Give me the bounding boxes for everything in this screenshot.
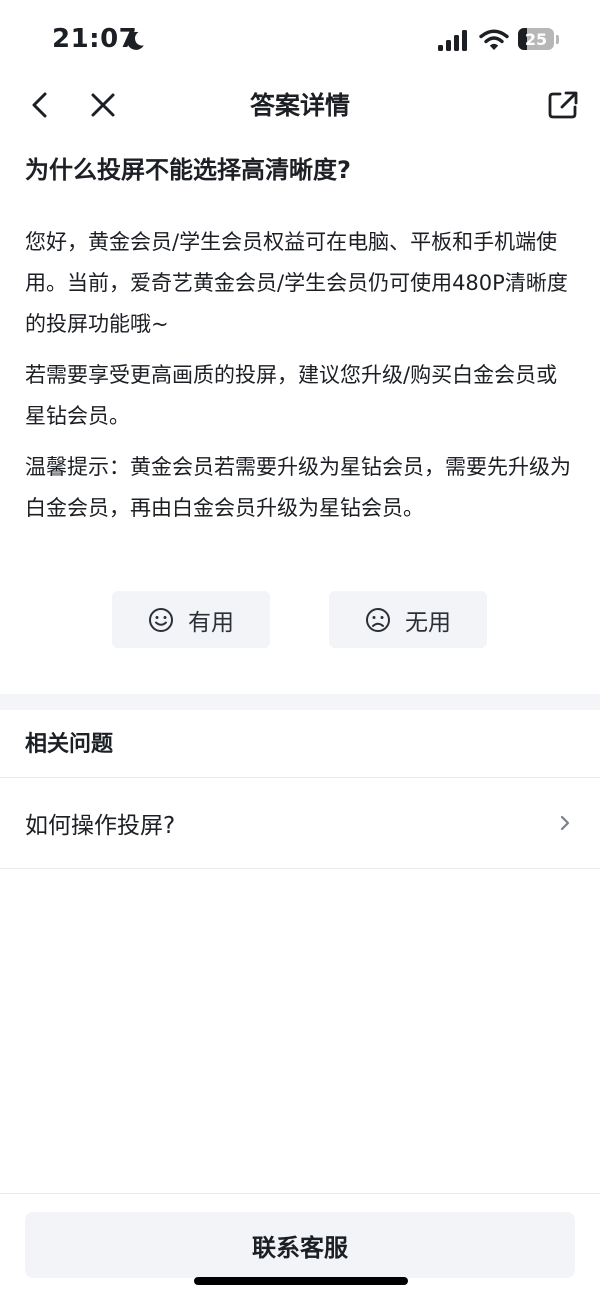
page-title: 答案详情 <box>249 91 350 120</box>
wifi-icon <box>479 29 509 50</box>
related-item-label: 如何操作投屏? <box>25 813 176 839</box>
home-indicator <box>194 1277 408 1285</box>
battery-icon: 25 <box>518 28 560 51</box>
divider <box>0 868 600 869</box>
battery-body: 25 <box>518 28 554 50</box>
battery-tip <box>556 35 559 44</box>
signal-icon <box>438 30 467 51</box>
smile-icon <box>149 607 173 632</box>
related-header: 相关问题 <box>25 732 114 757</box>
useful-label: 有用 <box>188 609 234 636</box>
section-divider <box>0 694 600 710</box>
related-item[interactable]: 如何操作投屏? <box>0 778 600 868</box>
useful-button[interactable]: 有用 <box>112 591 270 648</box>
contact-support-button[interactable]: 联系客服 <box>25 1212 575 1278</box>
share-icon[interactable] <box>545 88 581 122</box>
chevron-right-icon <box>560 815 570 831</box>
nav-bar: 答案详情 <box>0 80 600 128</box>
divider <box>0 1193 600 1194</box>
answer-body: 您好，黄金会员/学生会员权益可在电脑、平板和手机端使用。当前，爱奇艺黄金会员/学… <box>25 222 577 539</box>
answer-paragraph: 若需要享受更高画质的投屏，建议您升级/购买白金会员或星钻会员。 <box>25 363 558 428</box>
frown-icon <box>366 607 390 632</box>
moon-icon <box>127 31 144 50</box>
battery-level: 25 <box>524 29 548 49</box>
useless-label: 无用 <box>405 609 451 636</box>
useless-button[interactable]: 无用 <box>329 591 487 648</box>
answer-paragraph: 温馨提示：黄金会员若需要升级为星钻会员，需要先升级为白金会员，再由白金会员升级为… <box>25 455 571 520</box>
answer-paragraph: 您好，黄金会员/学生会员权益可在电脑、平板和手机端使用。当前，爱奇艺黄金会员/学… <box>25 230 568 336</box>
back-icon[interactable] <box>24 88 58 122</box>
question-title: 为什么投屏不能选择高清晰度? <box>25 156 351 184</box>
close-icon[interactable] <box>86 88 120 122</box>
status-bar: 21:07 25 <box>0 0 600 80</box>
